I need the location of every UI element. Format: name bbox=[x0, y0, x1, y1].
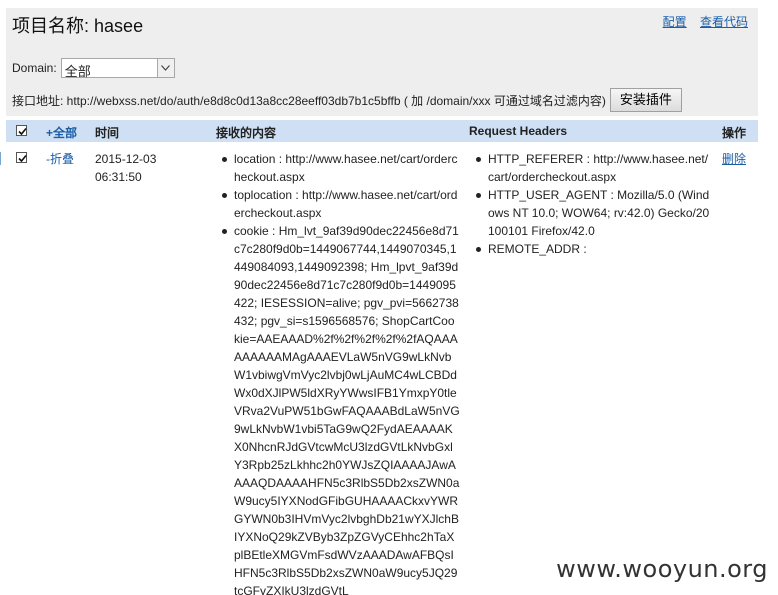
checkmark-icon bbox=[18, 127, 27, 136]
top-links: 配置 查看代码 bbox=[653, 13, 748, 30]
domain-label: Domain: bbox=[12, 61, 57, 75]
install-plugin-button[interactable]: 安装插件 bbox=[609, 88, 682, 112]
domain-select[interactable]: 全部 bbox=[60, 58, 175, 79]
domain-selected-value: 全部 bbox=[64, 64, 91, 79]
content-item-cookie: cookie : Hm_lvt_9af39d90dec22456e8d71c7c… bbox=[220, 222, 460, 595]
table-header: +全部 时间 接收的内容 Request Headers 操作 bbox=[6, 120, 758, 142]
column-action: 操作 bbox=[722, 126, 747, 140]
request-headers: HTTP_REFERER : http://www.hasee.net/cart… bbox=[474, 150, 714, 258]
xss-platform-page: 项目名称: hasee 配置 查看代码 Domain: 全部 接口地址: htt… bbox=[0, 0, 778, 595]
view-code-link[interactable]: 查看代码 bbox=[700, 15, 748, 29]
page-title: 项目名称: hasee bbox=[12, 12, 143, 38]
chevron-down-icon[interactable] bbox=[156, 59, 174, 77]
expand-all-link[interactable]: +全部 bbox=[46, 124, 77, 141]
content-item-toplocation: toplocation : http://www.hasee.net/cart/… bbox=[220, 186, 460, 222]
project-panel: 项目名称: hasee 配置 查看代码 Domain: 全部 接口地址: htt… bbox=[6, 8, 758, 116]
select-all-checkbox[interactable] bbox=[16, 125, 27, 136]
title-prefix: 项目名称: bbox=[12, 16, 90, 36]
api-address-row: 接口地址: http://webxss.net/do/auth/e8d8c0d1… bbox=[12, 88, 682, 112]
delete-link[interactable]: 删除 bbox=[722, 150, 746, 167]
column-content: 接收的内容 bbox=[216, 126, 277, 140]
collapse-toggle[interactable]: -折叠 bbox=[46, 150, 74, 167]
row-date: 2015-12-03 bbox=[95, 152, 157, 166]
watermark: www.wooyun.org bbox=[556, 555, 768, 583]
table-row: -折叠 2015-12-03 06:31:50 location : http:… bbox=[0, 142, 778, 595]
config-link[interactable]: 配置 bbox=[663, 15, 687, 29]
header-item-referer: HTTP_REFERER : http://www.hasee.net/cart… bbox=[474, 150, 714, 186]
header-item-user-agent: HTTP_USER_AGENT : Mozilla/5.0 (Windows N… bbox=[474, 186, 714, 240]
checkmark-icon bbox=[18, 154, 27, 163]
row-time: 06:31:50 bbox=[95, 170, 142, 184]
content-item-location: location : http://www.hasee.net/cart/ord… bbox=[220, 150, 460, 186]
column-request-headers: Request Headers bbox=[469, 124, 568, 138]
time-cell: 2015-12-03 06:31:50 bbox=[95, 150, 156, 186]
column-time: 时间 bbox=[95, 126, 120, 140]
api-address-text: 接口地址: http://webxss.net/do/auth/e8d8c0d1… bbox=[12, 93, 606, 108]
header-item-remote-addr: REMOTE_ADDR : bbox=[474, 240, 714, 258]
project-name: hasee bbox=[94, 16, 144, 36]
row-checkbox[interactable] bbox=[16, 152, 27, 163]
row-edge-marker bbox=[0, 152, 3, 165]
received-content: location : http://www.hasee.net/cart/ord… bbox=[220, 150, 460, 595]
domain-filter: Domain: 全部 bbox=[12, 58, 175, 79]
